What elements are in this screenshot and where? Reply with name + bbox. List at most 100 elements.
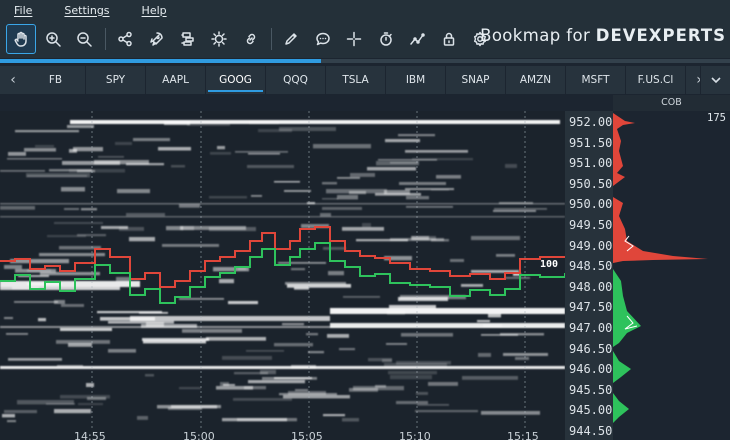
tab-spy[interactable]: SPY (86, 66, 146, 94)
chat-button[interactable] (308, 24, 338, 54)
liquidity-band (61, 187, 85, 192)
liquidity-band (401, 333, 453, 337)
liquidity-band (219, 279, 234, 284)
liquidity-band (60, 395, 110, 399)
cob-bid-profile-bottom (613, 393, 629, 423)
tabs-dropdown-button[interactable] (700, 66, 730, 94)
liquidity-band (308, 351, 324, 354)
liquidity-band (274, 181, 300, 183)
zoom-in-button[interactable] (38, 24, 68, 54)
liquidity-band (313, 144, 371, 149)
liquidity-band (117, 189, 150, 194)
price-axis[interactable]: 952.00 951.50 951.00 950.50 950.00 949.50 949.… (565, 111, 613, 440)
liquidity-band (515, 357, 529, 360)
liquidity-band (382, 359, 392, 363)
liquidity-band (100, 317, 155, 321)
tab-msft[interactable]: MSFT (566, 66, 626, 94)
tab-snap[interactable]: SNAP (446, 66, 506, 94)
liquidity-band (108, 349, 136, 353)
liquidity-band (217, 146, 225, 150)
liquidity-band (378, 159, 437, 161)
liquidity-band (307, 202, 315, 205)
liquidity-band (415, 410, 478, 413)
liquidity-band (339, 348, 355, 351)
share-button[interactable] (110, 24, 140, 54)
zoom-out-button[interactable] (69, 24, 99, 54)
liquidity-band (375, 193, 421, 196)
line-tool-icon (410, 33, 425, 45)
tab-qqq[interactable]: QQQ (266, 66, 326, 94)
liquidity-band (274, 377, 312, 380)
liquidity-band (179, 298, 224, 300)
liquidity-band (396, 401, 428, 405)
liquidity-band (4, 265, 22, 269)
liquidity-band (209, 196, 247, 199)
tab-tsla[interactable]: TSLA (326, 66, 386, 94)
tab-goog[interactable]: GOOG (206, 66, 266, 94)
liquidity-band (77, 234, 106, 237)
layers-button[interactable] (173, 24, 203, 54)
liquidity-band (387, 311, 405, 315)
tab-f-us-cl[interactable]: F.US.Cl (626, 66, 686, 94)
link-button[interactable] (236, 24, 266, 54)
rocket-button[interactable] (141, 24, 171, 54)
price-label: 945.00 (569, 403, 613, 418)
cob-histogram (613, 113, 708, 423)
liquidity-band (477, 320, 490, 323)
lock-button[interactable] (434, 24, 464, 54)
price-label: 950.00 (569, 197, 613, 212)
liquidity-band (7, 158, 62, 160)
hand-tool-button[interactable] (6, 24, 36, 54)
liquidity-band (81, 208, 97, 211)
chat-icon (315, 32, 330, 46)
liquidity-band (101, 226, 128, 230)
liquidity-band (69, 169, 125, 173)
tabs-scroll-left-button[interactable]: ‹ (0, 66, 26, 94)
liquidity-band (328, 271, 344, 276)
time-label: 15:05 (291, 431, 323, 440)
menu-settings[interactable]: Settings (64, 4, 109, 17)
crosshair-icon (346, 31, 362, 47)
liquidity-band (291, 365, 316, 369)
line-tool-button[interactable] (402, 24, 432, 54)
liquidity-band (206, 337, 266, 341)
liquidity-band (0, 203, 565, 205)
liquidity-band (323, 247, 346, 250)
liquidity-band (8, 152, 26, 156)
liquidity-band (133, 138, 170, 142)
menu-help[interactable]: Help (142, 4, 167, 17)
liquidity-band (64, 208, 79, 211)
liquidity-band (390, 375, 432, 380)
liquidity-band (450, 259, 464, 262)
tab-aapl[interactable]: AAPL (146, 66, 206, 94)
liquidity-band (235, 151, 288, 153)
timer-button[interactable] (371, 24, 401, 54)
pencil-button[interactable] (276, 24, 306, 54)
layers-icon (180, 32, 194, 46)
chevron-down-icon (710, 77, 721, 84)
tab-amzn[interactable]: AMZN (506, 66, 566, 94)
liquidity-band (7, 420, 16, 423)
menu-file[interactable]: File (14, 4, 32, 17)
liquidity-band (98, 156, 124, 158)
liquidity-band (4, 317, 13, 320)
order-book-heatmap[interactable] (0, 111, 565, 431)
liquidity-band (284, 190, 311, 192)
liquidity-band (330, 308, 565, 314)
price-label: 949.50 (569, 218, 613, 232)
liquidity-band (291, 268, 305, 271)
brightness-button[interactable] (204, 24, 234, 54)
crosshair-button[interactable] (339, 24, 369, 54)
tab-fb[interactable]: FB (26, 66, 86, 94)
liquidity-band (2, 414, 15, 418)
chevron-left-icon: ‹ (10, 72, 16, 88)
tab-ibm[interactable]: IBM (386, 66, 446, 94)
liquidity-band (4, 410, 37, 414)
price-label: 951.50 (569, 135, 613, 150)
cob-panel (613, 111, 730, 440)
cob-title: COB (613, 95, 730, 111)
liquidity-band (320, 213, 331, 217)
liquidity-band (222, 356, 272, 360)
liquidity-band (260, 370, 276, 375)
liquidity-band (483, 324, 502, 328)
